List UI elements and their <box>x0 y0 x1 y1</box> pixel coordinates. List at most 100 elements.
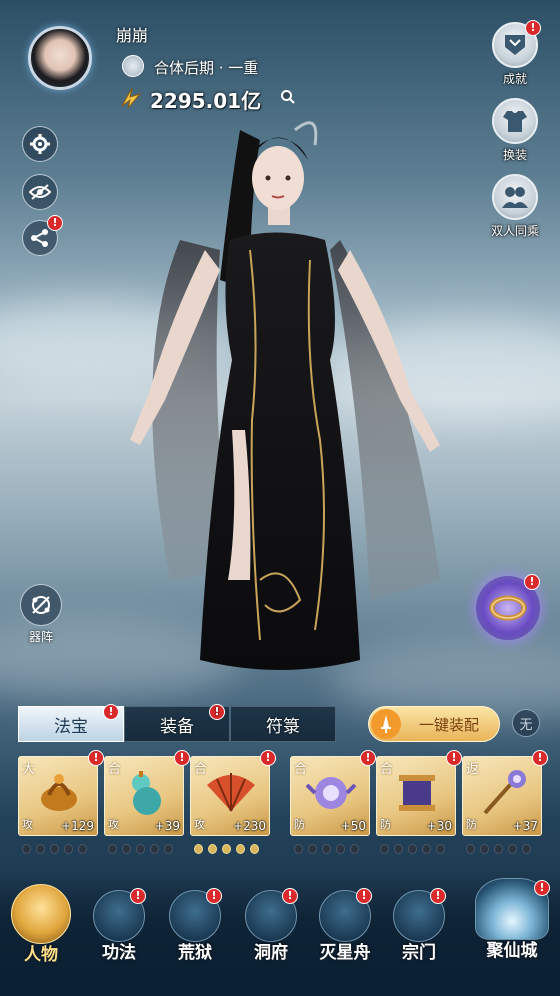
share-alert-badge: ! <box>47 215 63 231</box>
character-figure[interactable] <box>110 100 450 700</box>
one-key-equip-label: 一键装配 <box>419 715 480 734</box>
sword-icon <box>371 709 401 739</box>
settings-button[interactable] <box>22 126 58 162</box>
one-key-equip-button[interactable]: 一键装配 <box>368 706 500 742</box>
treasure-slot-1[interactable]: 大 攻 +129 <box>18 756 98 836</box>
slot-1-alert-badge: ! <box>88 750 104 766</box>
nav-star-ship[interactable]: 灭星舟 ! <box>310 888 380 963</box>
none-button-label: 无 <box>519 717 533 733</box>
nav-character-label: 人物 <box>24 945 58 965</box>
slot-level: +50 <box>340 819 366 833</box>
tab-equipment-alert-badge: ! <box>209 704 225 720</box>
tab-equipment-label: 装备 <box>160 716 194 737</box>
slot-5-stars <box>380 844 445 854</box>
nav-sect-alert-badge: ! <box>430 888 446 904</box>
slot-type: 防 <box>294 818 305 831</box>
slot-3-stars <box>194 844 259 854</box>
power-icon <box>118 86 146 110</box>
game-screen: 崩崩 合体后期 · 一重 2295.01亿 ! 成就 ! 换装 双人同乘 器阵 … <box>0 0 560 996</box>
slot-type: 防 <box>466 818 477 831</box>
slot-level: +39 <box>154 819 180 833</box>
slot-type: 攻 <box>108 818 119 831</box>
hide-ui-button[interactable] <box>22 174 58 210</box>
formation-button[interactable]: 器阵 <box>14 584 68 645</box>
nav-manual-label: 功法 <box>102 943 136 963</box>
slot-2-alert-badge: ! <box>174 750 190 766</box>
nav-wasteland[interactable]: 荒狱 ! <box>160 888 230 963</box>
treasure-slot-3[interactable]: 合 攻 +230 <box>190 756 270 836</box>
featured-treasure-button[interactable]: ! <box>476 574 540 640</box>
duo-ride-button[interactable]: 双人同乘 <box>485 174 545 239</box>
slot-4-stars <box>294 844 359 854</box>
nav-sect-label: 宗门 <box>402 943 436 963</box>
tab-talisman[interactable]: 符箓 <box>230 706 336 742</box>
formation-label: 器阵 <box>28 630 53 644</box>
tab-treasure-label: 法宝 <box>54 716 88 737</box>
achievement-button[interactable]: 成就 ! <box>485 20 545 87</box>
bracelet-treasure-icon <box>489 595 527 621</box>
avatar[interactable] <box>28 26 92 90</box>
combat-power: 2295.01亿 <box>150 89 262 113</box>
nav-wasteland-alert-badge: ! <box>206 888 222 904</box>
nav-star-ship-alert-badge: ! <box>356 888 372 904</box>
slot-level: +230 <box>233 819 266 833</box>
nav-character[interactable]: 人物 <box>6 884 76 965</box>
slot-type: 攻 <box>194 818 205 831</box>
treasure-slot-2[interactable]: 合 攻 +39 <box>104 756 184 836</box>
duo-ride-label: 双人同乘 <box>490 224 539 238</box>
slot-5-alert-badge: ! <box>446 750 462 766</box>
outfit-label: 换装 <box>502 148 527 162</box>
slot-6-stars <box>466 844 531 854</box>
fan-treasure-icon <box>207 773 255 812</box>
scroll-treasure-icon <box>399 775 435 811</box>
eye-hidden-icon <box>29 184 51 200</box>
realm-icon <box>122 55 144 77</box>
nav-immortal-city-label: 聚仙城 <box>486 941 538 961</box>
slot-3-alert-badge: ! <box>260 750 276 766</box>
censer-treasure-icon <box>41 774 77 811</box>
formation-icon <box>20 584 62 626</box>
nav-immortal-city[interactable]: 聚仙城 ! <box>470 878 554 961</box>
treasure-slot-6[interactable]: 返 防 +37 <box>462 756 542 836</box>
slot-level: +129 <box>61 819 94 833</box>
nav-manual-alert-badge: ! <box>130 888 146 904</box>
nav-star-ship-label: 灭星舟 <box>319 943 371 963</box>
gourd-treasure-icon <box>132 771 161 815</box>
slot-type: 防 <box>380 818 391 831</box>
duo-ride-icon <box>492 174 538 220</box>
tab-equipment[interactable]: 装备 ! <box>124 704 230 742</box>
slot-1-stars <box>22 844 87 854</box>
treasure-tabs: 法宝 ! 装备 ! 符箓 <box>18 704 336 742</box>
slot-type: 攻 <box>22 818 33 831</box>
slot-4-alert-badge: ! <box>360 750 376 766</box>
share-icon <box>31 229 48 247</box>
featured-treasure-alert-badge: ! <box>524 574 540 590</box>
treasure-slot-4[interactable]: 合 防 +50 <box>290 756 370 836</box>
character-icon <box>11 884 71 944</box>
achievement-label: 成就 <box>502 72 527 86</box>
nav-cave[interactable]: 洞府 ! <box>236 888 306 963</box>
search-icon[interactable] <box>280 89 296 105</box>
nav-cave-alert-badge: ! <box>282 888 298 904</box>
none-button[interactable]: 无 <box>512 709 540 737</box>
treasure-slot-5[interactable]: 合 防 +30 <box>376 756 456 836</box>
slot-level: +30 <box>426 819 452 833</box>
nav-manual[interactable]: 功法 ! <box>84 888 154 963</box>
realm-text: 合体后期 · 一重 <box>154 59 259 77</box>
nav-sect[interactable]: 宗门 ! <box>384 888 454 963</box>
player-name: 崩崩 <box>116 26 149 45</box>
gear-icon <box>30 134 50 154</box>
outfit-icon <box>492 98 538 144</box>
nav-immortal-city-alert-badge: ! <box>534 880 550 896</box>
achievement-alert-badge: ! <box>525 20 541 36</box>
share-button[interactable]: ! <box>22 215 63 256</box>
outfit-button[interactable]: 换装 <box>485 98 545 163</box>
nav-wasteland-label: 荒狱 <box>178 943 212 963</box>
nav-cave-label: 洞府 <box>254 943 288 963</box>
tab-talisman-label: 符箓 <box>266 716 300 737</box>
tab-treasure[interactable]: 法宝 ! <box>18 704 124 742</box>
player-info-panel: 崩崩 合体后期 · 一重 2295.01亿 <box>0 0 320 120</box>
slot-6-alert-badge: ! <box>532 750 548 766</box>
orb-treasure-icon <box>305 777 357 809</box>
tab-treasure-alert-badge: ! <box>103 704 119 720</box>
